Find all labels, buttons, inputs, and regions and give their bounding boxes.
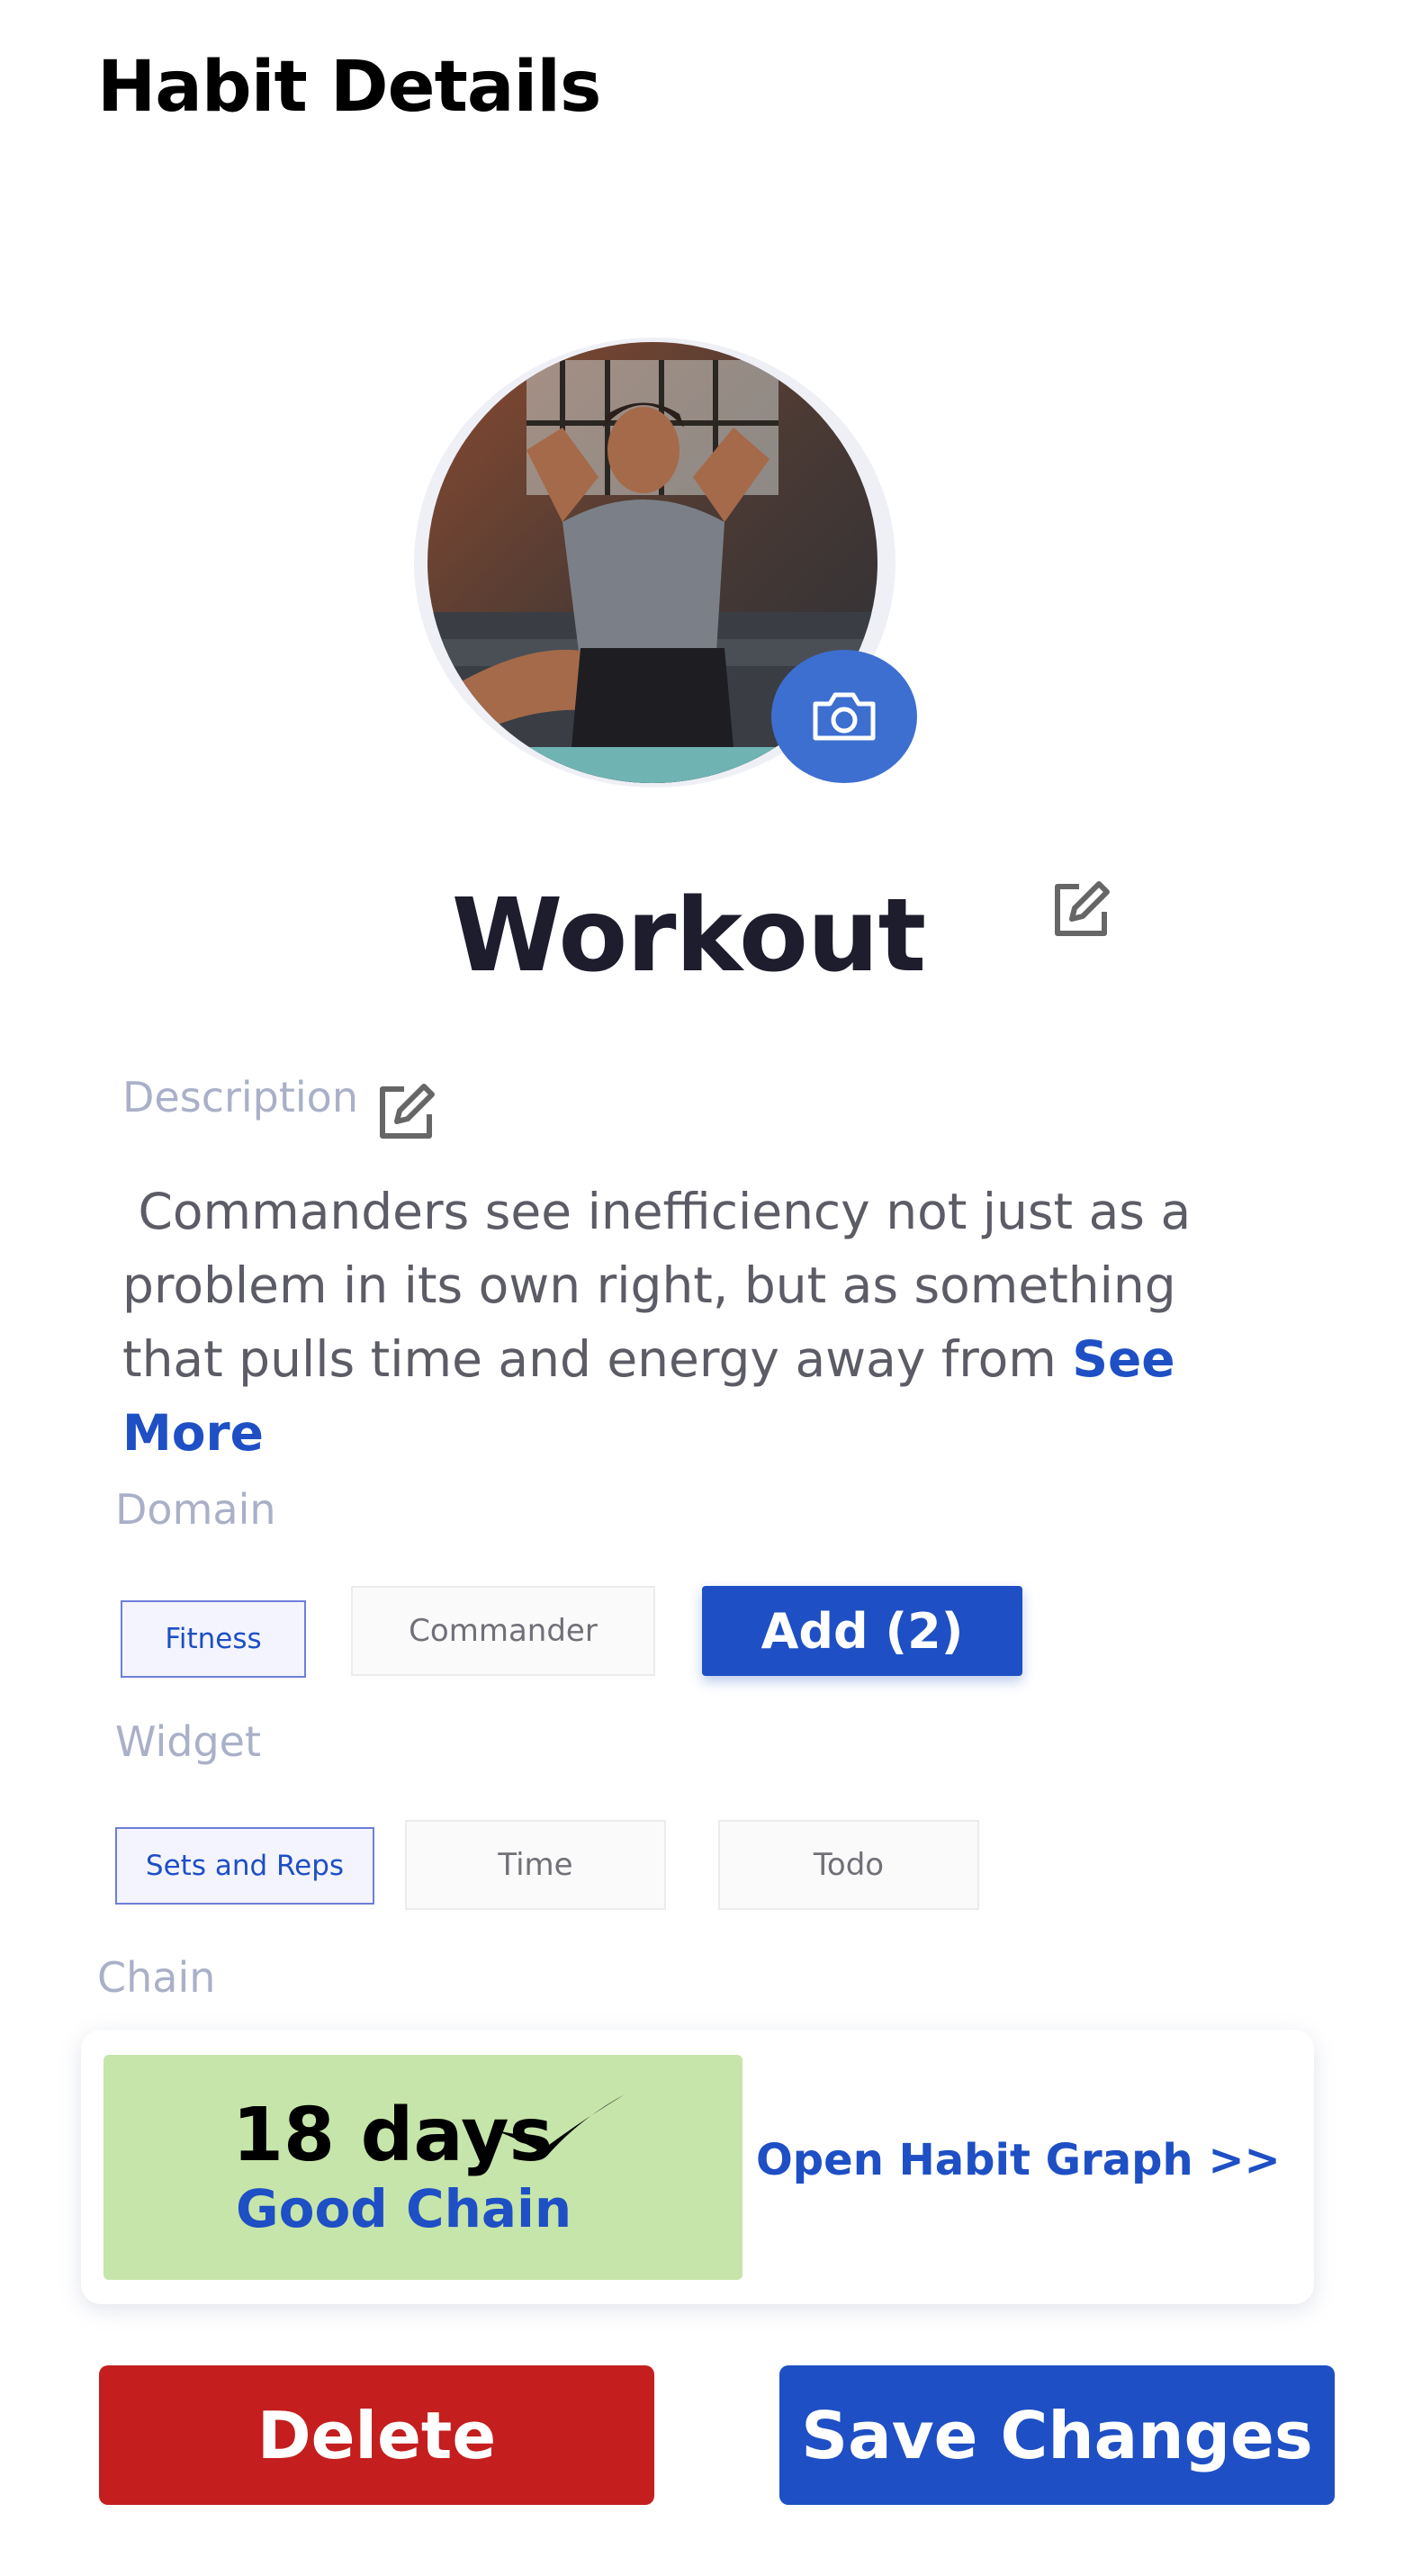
add-domain-button[interactable]: Add (2) [702, 1586, 1022, 1676]
widget-chip-todo[interactable]: Todo [718, 1820, 979, 1910]
change-photo-button[interactable] [771, 650, 917, 783]
widget-chip-time[interactable]: Time [405, 1820, 666, 1910]
edit-name-icon[interactable] [1048, 878, 1113, 942]
widget-chip-sets-and-reps[interactable]: Sets and Reps [115, 1827, 374, 1905]
save-changes-button[interactable]: Save Changes [779, 2365, 1335, 2505]
chain-status: Good Chain [236, 2178, 572, 2239]
edit-description-icon[interactable] [374, 1080, 438, 1145]
domain-chip-commander[interactable]: Commander [351, 1586, 655, 1676]
delete-button[interactable]: Delete [99, 2365, 654, 2505]
page-title: Habit Details [97, 47, 601, 128]
description-label: Description [122, 1073, 358, 1121]
open-habit-graph-link[interactable]: Open Habit Graph >> [756, 2135, 1281, 2185]
description-text: Commanders see inefficiency not just as … [122, 1175, 1283, 1470]
domain-label: Domain [115, 1485, 276, 1534]
checkmark-icon [493, 2093, 628, 2165]
chain-label: Chain [97, 1953, 216, 2002]
widget-label: Widget [115, 1717, 261, 1766]
domain-chip-fitness[interactable]: Fitness [121, 1600, 306, 1678]
camera-icon [813, 692, 876, 741]
description-body: Commanders see inefficiency not just as … [122, 1183, 1207, 1388]
habit-name: Workout [451, 878, 926, 995]
